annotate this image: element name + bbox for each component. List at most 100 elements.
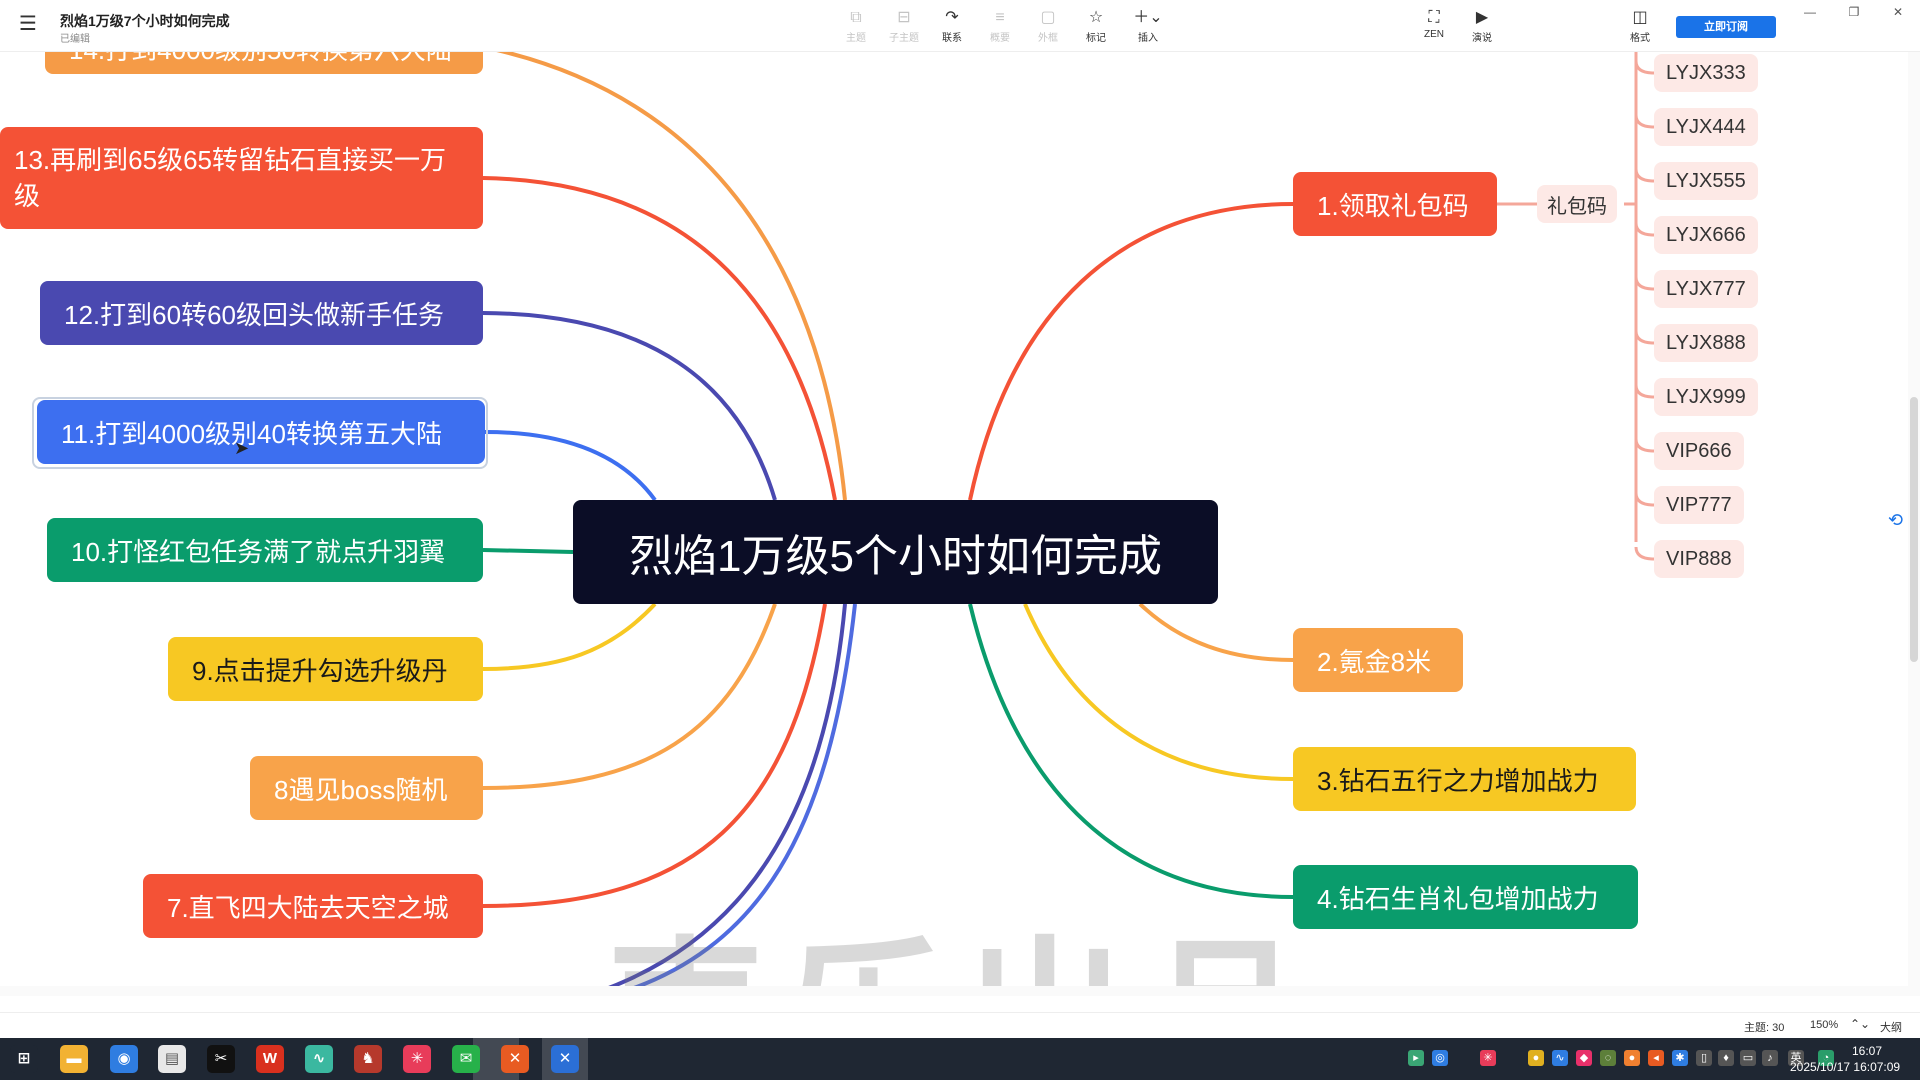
- branch-line-step-2: [1138, 602, 1294, 662]
- summary-button[interactable]: ≡ 概要: [980, 8, 1020, 46]
- wps-icon[interactable]: W: [256, 1045, 284, 1073]
- branch-line-step-14: [495, 52, 847, 501]
- start-icon[interactable]: ⊞: [10, 1045, 38, 1073]
- boundary-button[interactable]: ▢ 外框: [1028, 8, 1068, 46]
- branch-line-gift-item: [1634, 492, 1655, 507]
- pitch-mode-button[interactable]: ▶ 演说: [1462, 8, 1502, 46]
- node-step-8[interactable]: 8遇见boss随机: [250, 756, 483, 820]
- topic-icon: ⧉: [850, 9, 862, 26]
- format-panel-button[interactable]: ◫ 格式: [1620, 8, 1660, 46]
- browser-icon[interactable]: ◉: [110, 1045, 138, 1073]
- mindmap-canvas[interactable]: 14.打到4000级别50转换第六大陆 13.再刷到65级65转留钻石直接买一万…: [0, 52, 1920, 996]
- gift-code-item[interactable]: LYJX666: [1654, 216, 1758, 254]
- notepad-icon[interactable]: ▤: [158, 1045, 186, 1073]
- close-icon[interactable]: ✕: [1888, 2, 1908, 22]
- central-topic[interactable]: 烈焰1万级5个小时如何完成: [573, 500, 1218, 604]
- star-icon: ☆: [1088, 9, 1104, 26]
- bluetooth-icon[interactable]: ✱: [1672, 1050, 1688, 1066]
- topic-count: 主题: 30: [1744, 1022, 1785, 1034]
- gift-code-item[interactable]: VIP777: [1654, 486, 1744, 524]
- tray-app-icon[interactable]: ▸: [1408, 1050, 1424, 1066]
- panel-icon: ◫: [1632, 9, 1648, 26]
- fullscreen-icon: ⛶: [1428, 9, 1440, 26]
- branch-line-gift-item: [1634, 276, 1655, 291]
- vertical-scroll-thumb[interactable]: [1910, 397, 1918, 662]
- vertical-scrollbar[interactable]: [1908, 52, 1920, 996]
- node-step-9[interactable]: 9.点击提升勾选升级丹: [168, 637, 483, 701]
- zoom-stepper-icon[interactable]: ⌃⌄: [1850, 1017, 1870, 1031]
- subtopic-button[interactable]: ⊟ 子主题: [884, 8, 924, 46]
- tray-app-icon[interactable]: ●: [1624, 1050, 1640, 1066]
- mindmap-app-window: ☰ 烈焰1万级7个小时如何完成 已编辑 ⧉ 主题 ⊟ 子主题 ↷ 联系 ≡ 概要…: [0, 0, 1920, 1080]
- clock-time[interactable]: 16:07: [1852, 1044, 1882, 1058]
- node-step-10[interactable]: 10.打怪红包任务满了就点升羽翼: [47, 518, 483, 582]
- microphone-icon[interactable]: ♦: [1718, 1050, 1734, 1066]
- tray-app-icon[interactable]: ∿: [1552, 1050, 1568, 1066]
- status-bar: 主题: 30 150% ⌃⌄ 大纲: [0, 1012, 1920, 1038]
- volume-icon[interactable]: ♪: [1762, 1050, 1778, 1066]
- zen-mode-button[interactable]: ⛶ ZEN: [1414, 8, 1454, 46]
- chart-app-icon[interactable]: ∿: [305, 1045, 333, 1073]
- marker-button[interactable]: ☆ 标记: [1076, 8, 1116, 46]
- gift-code-item[interactable]: LYJX999: [1654, 378, 1758, 416]
- restore-icon[interactable]: ❐: [1844, 2, 1864, 22]
- tray-app-icon[interactable]: ◆: [1576, 1050, 1592, 1066]
- zoom-level[interactable]: 150%: [1810, 1019, 1838, 1031]
- branch-line-step-8: [482, 603, 777, 790]
- branch-line-gift-item: [1634, 60, 1655, 75]
- insert-button[interactable]: ＋⌄ 插入: [1128, 8, 1168, 46]
- wechat-icon[interactable]: ✉: [452, 1045, 480, 1073]
- gift-code-item[interactable]: LYJX333: [1654, 54, 1758, 92]
- tray-app-icon[interactable]: ✳: [1480, 1050, 1496, 1066]
- gift-code-item[interactable]: LYJX444: [1654, 108, 1758, 146]
- boundary-label: 外框: [1038, 33, 1058, 44]
- document-title: 烈焰1万级7个小时如何完成: [60, 13, 230, 29]
- node-step-12[interactable]: 12.打到60转60级回头做新手任务: [40, 281, 483, 345]
- gift-code-item[interactable]: VIP666: [1654, 432, 1744, 470]
- xmind-icon[interactable]: ✕: [551, 1045, 579, 1073]
- subscribe-button[interactable]: 立即订阅: [1676, 16, 1776, 38]
- gift-code-item[interactable]: VIP888: [1654, 540, 1744, 578]
- node-step-14[interactable]: 14.打到4000级别50转换第六大陆: [45, 52, 483, 74]
- tray-app-icon[interactable]: ◌: [1600, 1050, 1616, 1066]
- node-step-1[interactable]: 1.领取礼包码: [1293, 172, 1497, 236]
- topic-button[interactable]: ⧉ 主题: [836, 8, 876, 46]
- node-step-4[interactable]: 4.钻石生肖礼包增加战力: [1293, 865, 1638, 929]
- gift-code-item[interactable]: LYJX555: [1654, 162, 1758, 200]
- file-explorer-icon[interactable]: ▬: [60, 1045, 88, 1073]
- outline-button[interactable]: 大纲: [1880, 1019, 1902, 1035]
- summary-label: 概要: [990, 33, 1010, 44]
- tray-app-icon[interactable]: ◂: [1648, 1050, 1664, 1066]
- watermark-text: 麦乐出品: [600, 882, 1320, 996]
- gift-code-topic[interactable]: 礼包码: [1537, 185, 1617, 223]
- xmind-orange-icon[interactable]: ✕: [501, 1045, 529, 1073]
- hamburger-menu-icon[interactable]: ☰: [16, 12, 40, 36]
- tray-app-icon[interactable]: ●: [1528, 1050, 1544, 1066]
- node-step-3[interactable]: 3.钻石五行之力增加战力: [1293, 747, 1636, 811]
- usb-icon[interactable]: ▯: [1696, 1050, 1712, 1066]
- gift-code-item[interactable]: LYJX888: [1654, 324, 1758, 362]
- subtopic-icon: ⊟: [897, 9, 911, 26]
- branch-line-gift-item: [1634, 114, 1655, 129]
- network-icon[interactable]: ▭: [1740, 1050, 1756, 1066]
- game-app-icon[interactable]: ♞: [354, 1045, 382, 1073]
- horizontal-scrollbar[interactable]: [0, 986, 1908, 996]
- puzzle-app-icon[interactable]: ✳: [403, 1045, 431, 1073]
- clock-date[interactable]: 2025/10/17 16:07:09: [1790, 1060, 1900, 1074]
- insert-label: 插入: [1138, 33, 1158, 44]
- boundary-icon: ▢: [1040, 9, 1056, 26]
- node-step-7[interactable]: 7.直飞四大陆去天空之城: [143, 874, 483, 938]
- branch-line-step-4: [968, 603, 1294, 899]
- gift-code-item[interactable]: LYJX777: [1654, 270, 1758, 308]
- minimize-icon[interactable]: —: [1800, 2, 1820, 22]
- summary-icon: ≡: [995, 9, 1005, 26]
- node-step-2[interactable]: 2.氪金8米: [1293, 628, 1463, 692]
- node-step-13[interactable]: 13.再刷到65级65转留钻石直接买一万级: [0, 127, 483, 229]
- ai-assist-icon[interactable]: ⟲: [1888, 510, 1903, 531]
- capcut-icon[interactable]: ✂: [207, 1045, 235, 1073]
- tray-app-icon[interactable]: ◎: [1432, 1050, 1448, 1066]
- node-step-11[interactable]: 11.打到4000级别40转换第五大陆: [37, 400, 485, 464]
- branch-line-step-13: [482, 176, 837, 501]
- branch-line-gift-item: [1634, 546, 1655, 561]
- relationship-button[interactable]: ↷ 联系: [932, 8, 972, 46]
